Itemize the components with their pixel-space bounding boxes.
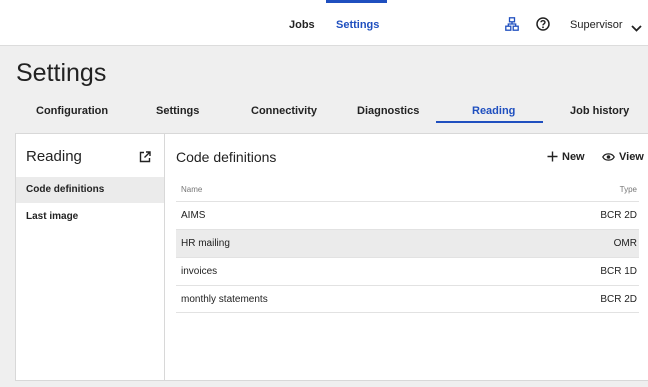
table-row[interactable]: invoices BCR 1D	[176, 257, 639, 285]
sidebar-item-last-image[interactable]: Last image	[16, 204, 164, 230]
cell-type: BCR 2D	[600, 294, 637, 305]
page-title: Settings	[16, 59, 107, 87]
cell-type: BCR 2D	[600, 210, 637, 221]
column-header-type[interactable]: Type	[620, 185, 637, 195]
cell-name: AIMS	[181, 210, 206, 221]
chevron-down-icon[interactable]	[631, 20, 642, 32]
view-button-label: View	[619, 151, 644, 163]
sidebar-title: Reading	[26, 148, 82, 165]
reading-sidebar: Reading Code definitions Last image	[16, 134, 165, 380]
top-nav-jobs[interactable]: Jobs	[289, 18, 315, 32]
tab-diagnostics[interactable]: Diagnostics	[357, 104, 419, 118]
top-nav-settings[interactable]: Settings	[336, 18, 379, 32]
sidebar-item-label: Code definitions	[26, 184, 105, 195]
tab-settings[interactable]: Settings	[156, 104, 199, 118]
column-header-name[interactable]: Name	[181, 185, 202, 195]
tab-connectivity[interactable]: Connectivity	[251, 104, 317, 118]
settings-tabs: Configuration Settings Connectivity Diag…	[0, 96, 648, 123]
cell-name: invoices	[181, 266, 218, 277]
sidebar-item-code-definitions[interactable]: Code definitions	[16, 177, 164, 203]
cell-name: HR mailing	[181, 238, 230, 249]
eye-icon	[602, 153, 615, 161]
external-link-icon[interactable]	[139, 150, 151, 163]
table-row[interactable]: monthly statements BCR 2D	[176, 285, 639, 313]
view-button[interactable]: View	[602, 150, 644, 164]
new-button[interactable]: New	[547, 150, 585, 164]
tab-reading[interactable]: Reading	[472, 104, 515, 118]
cell-type: BCR 1D	[600, 266, 637, 277]
table-row[interactable]: AIMS BCR 2D	[176, 201, 639, 229]
top-bar: Jobs Settings Supervisor	[0, 0, 648, 46]
code-definitions-section: Code definitions New View Name Type AIMS…	[166, 134, 648, 380]
tab-job-history[interactable]: Job history	[570, 104, 629, 118]
user-menu-label[interactable]: Supervisor	[570, 18, 623, 32]
help-icon[interactable]	[536, 17, 550, 31]
sidebar-item-label: Last image	[26, 211, 79, 222]
section-title: Code definitions	[176, 149, 277, 165]
table-row[interactable]: HR mailing OMR	[176, 229, 639, 257]
cell-type: OMR	[613, 238, 637, 249]
reading-panel: Reading Code definitions Last image Code…	[15, 133, 648, 381]
tab-active-indicator	[436, 121, 543, 123]
tab-configuration[interactable]: Configuration	[36, 104, 108, 118]
plus-icon	[547, 151, 558, 162]
top-nav-active-indicator	[326, 0, 387, 3]
cell-name: monthly statements	[181, 294, 268, 305]
new-button-label: New	[562, 151, 585, 163]
network-icon[interactable]	[505, 17, 519, 31]
